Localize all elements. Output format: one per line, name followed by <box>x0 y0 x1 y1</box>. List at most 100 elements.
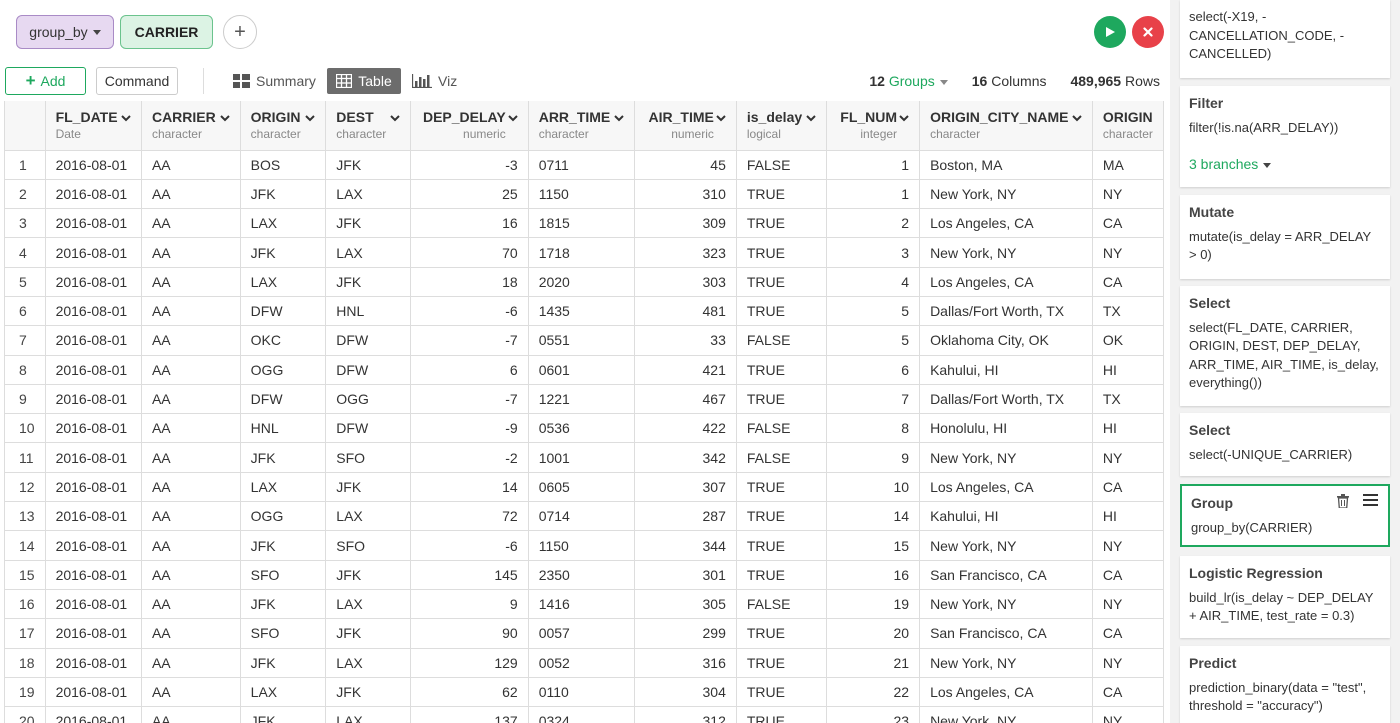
table-cell: -3 <box>410 150 529 180</box>
step-card[interactable]: Group group_by(CARRIER) <box>1180 484 1390 547</box>
table-cell: AA <box>141 296 241 327</box>
chevron-down-icon[interactable] <box>716 113 726 123</box>
table-cell: JFK <box>325 150 412 180</box>
add-step-button[interactable]: + Add <box>5 67 86 95</box>
table-cell: JFK <box>325 208 412 239</box>
column-type: numeric <box>671 127 714 141</box>
function-chip[interactable]: group_by <box>16 15 114 49</box>
column-header[interactable]: ORIGIN_CITY_NAME character <box>919 101 1093 151</box>
table-cell: TRUE <box>736 677 827 708</box>
table-cell: TRUE <box>736 355 827 385</box>
tab-viz[interactable]: Viz <box>412 68 457 94</box>
table-row: 3 2016-08-01 AA LAX JFK 16 1815 309 TRUE 2 Los Ang… <box>5 208 1164 239</box>
step-code: build_lr(is_delay ~ DEP_DELAY + AIR_TIME… <box>1189 589 1374 624</box>
plus-icon: + <box>25 71 36 90</box>
data-stats: 12 Groups 16 Columns 489,965 Rows <box>869 68 1160 94</box>
chevron-down-icon[interactable] <box>121 113 131 123</box>
tab-summary[interactable]: Summary <box>233 68 316 94</box>
table-row: 13 2016-08-01 AA OGG LAX 72 0714 287 TRUE 14 Kahul… <box>5 501 1164 532</box>
table-row: 10 2016-08-01 AA HNL DFW -9 0536 422 FALSE 8 Honol… <box>5 413 1164 444</box>
table-cell: 1 <box>826 179 921 210</box>
table-cell: HI <box>1092 501 1164 532</box>
table-cell: TRUE <box>736 237 827 268</box>
step-card[interactable]: select(-X19, -CANCELLATION_CODE, -CANCEL… <box>1180 0 1390 78</box>
table-cell: 0052 <box>528 648 636 678</box>
table-row: 7 2016-08-01 AA OKC DFW -7 0551 33 FALSE 5 Oklahom… <box>5 325 1164 356</box>
table-cell: 2016-08-01 <box>45 179 142 210</box>
column-chip[interactable]: CARRIER <box>120 15 213 49</box>
table-cell: TRUE <box>736 706 827 723</box>
command-button[interactable]: Command <box>96 67 178 95</box>
column-header[interactable]: ORIGIN character <box>240 101 327 151</box>
chevron-down-icon[interactable] <box>1072 113 1082 123</box>
table-cell: JFK <box>325 472 412 503</box>
column-header[interactable]: ORIGIN character <box>1092 101 1164 151</box>
chevron-down-icon[interactable] <box>507 113 518 123</box>
table-cell: NY <box>1092 442 1164 473</box>
chevron-down-icon[interactable] <box>614 113 625 123</box>
table-cell: TRUE <box>736 530 827 561</box>
table-cell: DFW <box>325 355 412 385</box>
step-card[interactable]: Select select(-UNIQUE_CARRIER) <box>1180 413 1390 476</box>
table-cell: 137 <box>410 706 529 723</box>
column-type: logical <box>746 127 781 141</box>
table-row: 1 2016-08-01 AA BOS JFK -3 0711 45 FALSE 1 Boston,… <box>5 150 1164 180</box>
branches-dropdown[interactable]: 3 branches <box>1189 155 1381 174</box>
column-header[interactable]: DEP_DELAY numeric <box>410 101 529 151</box>
column-header[interactable]: FL_DATE Date <box>45 101 142 151</box>
cancel-button[interactable] <box>1132 16 1164 48</box>
column-name: AIR_TIME <box>648 109 714 125</box>
chevron-down-icon[interactable] <box>899 113 909 123</box>
groups-dropdown[interactable]: Groups <box>889 73 948 89</box>
table-cell: NY <box>1092 648 1164 678</box>
table-cell: AA <box>141 355 241 385</box>
step-card[interactable]: Mutate mutate(is_delay = ARR_DELAY > 0) <box>1180 195 1390 279</box>
step-card[interactable]: Filter filter(!is.na(ARR_DELAY)) 3 branche… <box>1180 86 1390 187</box>
groups-count[interactable]: 12 Groups <box>869 73 948 89</box>
trash-icon[interactable] <box>1337 494 1349 508</box>
table-cell: 323 <box>634 237 737 268</box>
table-cell: 0551 <box>528 325 636 356</box>
table-row: 12 2016-08-01 AA LAX JFK 14 0605 307 TRUE 10 Los A… <box>5 472 1164 503</box>
step-card[interactable]: Predict prediction_binary(data = "test", … <box>1180 646 1390 723</box>
chevron-down-icon[interactable] <box>305 113 315 123</box>
run-button[interactable] <box>1094 16 1126 48</box>
chevron-down-icon[interactable] <box>219 113 230 123</box>
step-card[interactable]: Select select(FL_DATE, CARRIER, ORIGIN, D… <box>1180 286 1390 406</box>
step-card[interactable]: Logistic Regression build_lr(is_delay ~ D… <box>1180 556 1390 638</box>
table-cell: 2016-08-01 <box>45 501 142 532</box>
add-argument-button[interactable]: + <box>223 15 257 49</box>
table-cell: MA <box>1092 150 1164 180</box>
column-header[interactable]: AIR_TIMEnumeric <box>634 101 737 151</box>
column-header[interactable]: CARRIER character <box>141 101 241 151</box>
column-header[interactable]: is_delay logical <box>736 101 827 151</box>
tab-table[interactable]: Table <box>327 68 401 94</box>
table-cell: AA <box>141 267 241 297</box>
step-code: select(-UNIQUE_CARRIER) <box>1189 446 1353 462</box>
menu-icon[interactable] <box>1363 494 1378 506</box>
table-cell: 8 <box>826 413 921 444</box>
row-number: 20 <box>5 706 46 723</box>
table-cell: SFO <box>325 442 412 473</box>
table-cell: New York, NY <box>919 706 1093 723</box>
column-header[interactable]: ARR_TIME character <box>528 101 636 151</box>
chevron-down-icon[interactable] <box>805 113 816 123</box>
table-cell: 2016-08-01 <box>45 472 142 503</box>
table-cell: LAX <box>325 179 412 210</box>
table-cell: TRUE <box>736 648 827 678</box>
column-header[interactable]: DEST character <box>325 101 412 151</box>
chevron-down-icon[interactable] <box>390 113 400 123</box>
table-row: 11 2016-08-01 AA JFK SFO -2 1001 342 FALSE 9 New Y… <box>5 442 1164 473</box>
table-cell: TRUE <box>736 618 827 649</box>
table-row: 5 2016-08-01 AA LAX JFK 18 2020 303 TRUE 4 Los Ang… <box>5 267 1164 297</box>
row-number: 17 <box>5 618 46 649</box>
tab-summary-label: Summary <box>256 73 316 89</box>
table-cell: 14 <box>826 501 921 532</box>
table-cell: JFK <box>325 677 412 708</box>
table-row: 15 2016-08-01 AA SFO JFK 145 2350 301 TRUE 16 San … <box>5 560 1164 590</box>
table-cell: OKC <box>240 325 327 356</box>
column-header[interactable]: FL_NUM integer <box>826 101 921 151</box>
table-cell: 9 <box>826 442 921 473</box>
table-row: 4 2016-08-01 AA JFK LAX 70 1718 323 TRUE 3 New Yor… <box>5 237 1164 268</box>
table-cell: OK <box>1092 325 1164 356</box>
